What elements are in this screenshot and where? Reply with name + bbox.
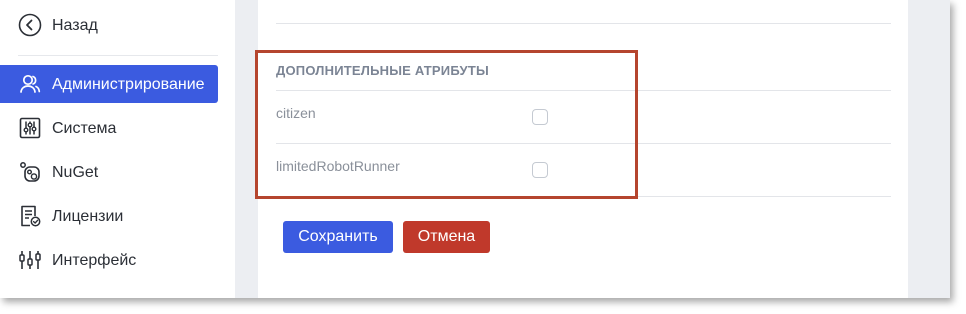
sidebar-item-system[interactable]: Система — [0, 109, 218, 147]
sidebar-item-label: Администрирование — [52, 76, 205, 93]
nuget-icon — [18, 160, 42, 184]
window: Назад Администрирование Система NuGet Ли… — [0, 0, 950, 298]
sidebar: Назад Администрирование Система NuGet Ли… — [0, 0, 235, 298]
sidebar-item-interface[interactable]: Интерфейс — [0, 241, 218, 279]
back-arrow-icon — [18, 13, 42, 37]
sidebar-item-label: Система — [52, 120, 117, 137]
sidebar-divider — [18, 55, 218, 56]
section-divider — [276, 23, 891, 24]
equalizer-icon — [18, 248, 42, 272]
sidebar-item-label: NuGet — [52, 164, 99, 181]
sidebar-item-nuget[interactable]: NuGet — [0, 153, 218, 191]
sidebar-item-label: Лицензии — [52, 208, 124, 225]
cancel-button[interactable]: Отмена — [403, 221, 490, 253]
sidebar-item-label: Интерфейс — [52, 252, 137, 269]
back-label: Назад — [52, 17, 98, 34]
users-icon — [18, 72, 42, 96]
sidebar-item-administration[interactable]: Администрирование — [0, 65, 218, 103]
back-link[interactable]: Назад — [0, 6, 218, 44]
license-icon — [18, 204, 42, 228]
save-button[interactable]: Сохранить — [283, 221, 393, 253]
sidebar-item-licenses[interactable]: Лицензии — [0, 197, 218, 235]
highlight-box — [255, 50, 638, 199]
sliders-icon — [18, 116, 42, 140]
